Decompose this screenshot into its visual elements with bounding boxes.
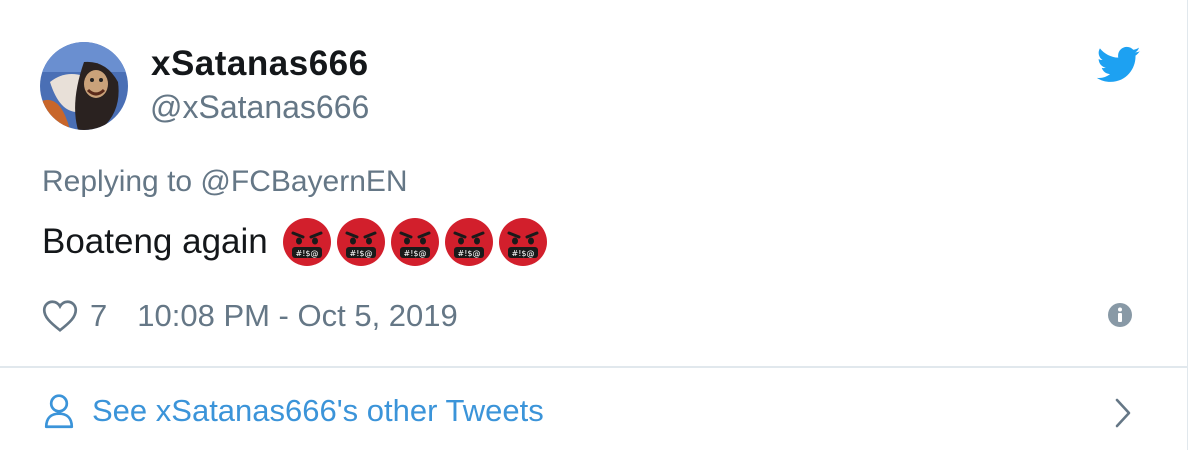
chevron-right-icon[interactable] xyxy=(1112,396,1134,430)
replying-to-label[interactable]: Replying to @FCBayernEN xyxy=(42,165,408,199)
card-border xyxy=(1187,0,1188,450)
face-with-symbols-on-mouth-icon: #!$@ xyxy=(336,218,385,266)
see-other-tweets-label[interactable]: See xSatanas666's other Tweets xyxy=(92,393,544,429)
tweet-text: Boateng again #!$@ #!$@ #!$@ #!$@ #!$@ xyxy=(42,218,552,266)
face-with-symbols-on-mouth-icon: #!$@ xyxy=(390,218,439,266)
tweet-text-content: Boateng again xyxy=(42,222,268,261)
face-with-symbols-on-mouth-icon: #!$@ xyxy=(444,218,493,266)
see-other-tweets-link[interactable]: See xSatanas666's other Tweets xyxy=(44,388,544,434)
display-name[interactable]: xSatanas666 xyxy=(151,44,369,84)
embedded-tweet-card: xSatanas666 @xSatanas666 Replying to @FC… xyxy=(0,0,1196,450)
emoji-group: #!$@ #!$@ #!$@ #!$@ #!$@ xyxy=(282,217,552,267)
svg-text:#!$@: #!$@ xyxy=(457,249,480,258)
info-icon[interactable] xyxy=(1107,302,1133,328)
avatar[interactable] xyxy=(40,42,128,130)
svg-text:#!$@: #!$@ xyxy=(511,249,534,258)
svg-text:#!$@: #!$@ xyxy=(403,249,426,258)
face-with-symbols-on-mouth-icon: #!$@ xyxy=(282,218,331,266)
svg-text:#!$@: #!$@ xyxy=(349,249,372,258)
twitter-bird-icon[interactable] xyxy=(1096,46,1141,84)
svg-text:#!$@: #!$@ xyxy=(295,249,318,258)
tweet-meta: 7 10:08 PM - Oct 5, 2019 xyxy=(42,296,458,336)
person-icon xyxy=(44,394,74,429)
tweet-timestamp[interactable]: 10:08 PM - Oct 5, 2019 xyxy=(137,298,458,334)
face-with-symbols-on-mouth-icon: #!$@ xyxy=(498,218,547,266)
divider xyxy=(0,366,1187,368)
like-count[interactable]: 7 xyxy=(90,298,107,334)
user-handle[interactable]: @xSatanas666 xyxy=(150,89,369,126)
heart-icon[interactable] xyxy=(42,299,78,333)
